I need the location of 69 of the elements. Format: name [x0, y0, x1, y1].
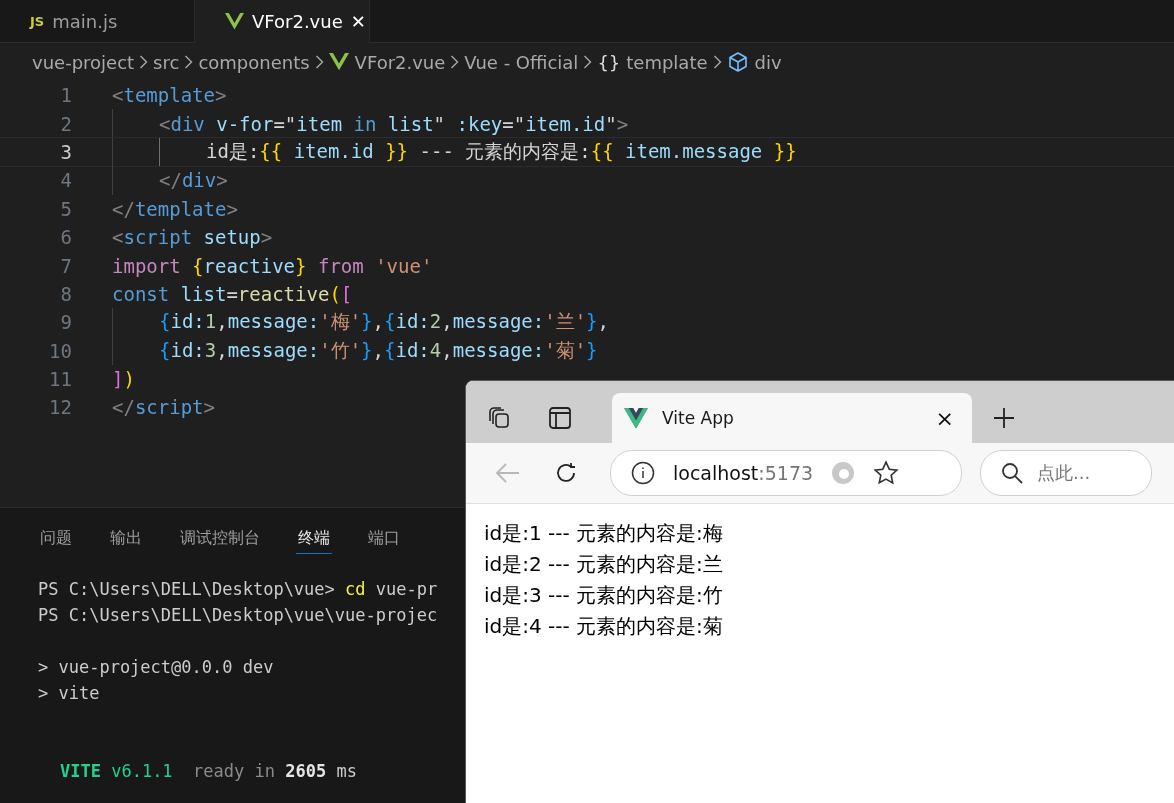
code-line: const list=reactive([: [112, 282, 353, 305]
breadcrumb-item[interactable]: src: [153, 51, 180, 73]
line-number: 9: [59, 311, 72, 334]
address-bar[interactable]: localhost:5173: [610, 450, 962, 496]
search-icon: [1001, 462, 1023, 484]
editor-tab[interactable]: VFor2.vue ✕: [195, 0, 370, 43]
line-number: 8: [59, 282, 72, 305]
code-line: {id:3,message:'竹'},{id:4,message:'菊'}: [159, 337, 598, 363]
breadcrumb-item[interactable]: vue-project: [32, 51, 135, 73]
terminal-line: > vue-project@0.0.0 dev: [38, 657, 274, 677]
code-line: <template>: [112, 84, 227, 107]
content-line: id是:1 --- 元素的内容是:梅: [484, 520, 724, 547]
panel-tab[interactable]: 输出: [108, 522, 144, 554]
code-line: ]): [112, 368, 135, 391]
line-number: 1: [59, 84, 72, 107]
info-icon[interactable]: [631, 461, 655, 485]
code-line: </template>: [112, 197, 238, 220]
code-line: </div>: [159, 169, 228, 192]
code-line: <div v-for="item in list" :key="item.id">: [159, 112, 629, 135]
panel-tab[interactable]: 问题: [38, 522, 74, 554]
chevron-right-icon: [184, 55, 194, 69]
line-number: 2: [59, 112, 72, 135]
chevron-right-icon: [139, 55, 149, 69]
vue-logo-icon: [624, 407, 648, 429]
vue-logo-icon: [225, 13, 244, 30]
code-line: import {reactive} from 'vue': [112, 254, 433, 277]
content-line: id是:3 --- 元素的内容是:竹: [484, 582, 724, 609]
breadcrumb-item[interactable]: Vue - Official: [464, 51, 579, 73]
chevron-right-icon: [314, 55, 324, 69]
star-icon[interactable]: [873, 460, 900, 486]
terminal-line: PS C:\Users\DELL\Desktop\vue> cd vue-pr: [38, 579, 438, 599]
line-number: 5: [59, 197, 72, 220]
code-line: id是:{{ item.id }} --- 元素的内容是:{{ item.message }}: [206, 138, 797, 164]
line-number: 4: [59, 169, 72, 192]
breadcrumb-item[interactable]: div: [754, 51, 782, 73]
line-number: 3: [59, 140, 72, 163]
cube-icon: [726, 51, 749, 73]
chevron-right-icon: [583, 55, 593, 69]
code-line: </script>: [112, 396, 215, 419]
breadcrumb-item[interactable]: VFor2.vue: [354, 51, 446, 73]
code-line: <script setup>: [112, 226, 273, 249]
vue-logo-icon: [328, 53, 349, 71]
js-file-icon: JS: [30, 13, 45, 29]
tab-label: main.js: [52, 10, 118, 32]
line-number: 7: [59, 254, 72, 277]
tab-label: VFor2.vue: [252, 11, 343, 32]
terminal-line: VITE v6.1.1 ready in 2605 ms: [60, 761, 357, 781]
close-icon[interactable]: ✕: [350, 11, 366, 32]
panel-tab[interactable]: 调试控制台: [178, 522, 262, 554]
close-icon[interactable]: ×: [935, 405, 954, 431]
line-number: 11: [48, 368, 72, 391]
search-field[interactable]: 点此...: [980, 450, 1152, 496]
tab-title: Vite App: [662, 408, 734, 428]
line-number: 12: [48, 396, 72, 419]
line-number: 6: [59, 226, 72, 249]
line-number: 10: [48, 339, 72, 362]
braces-icon: {}: [597, 51, 621, 73]
chevron-right-icon: [450, 55, 460, 69]
panel-tab[interactable]: 端口: [366, 522, 402, 554]
chevron-right-icon: [712, 55, 722, 69]
terminal-line: PS C:\Users\DELL\Desktop\vue\vue-projec: [38, 605, 438, 625]
code-line: {id:1,message:'梅'},{id:2,message:'兰'},: [159, 309, 609, 335]
breadcrumb-item[interactable]: components: [198, 51, 310, 73]
content-line: id是:4 --- 元素的内容是:菊: [484, 613, 724, 640]
browser-tab[interactable]: Vite App ×: [612, 393, 972, 443]
breadcrumb-item[interactable]: template: [626, 51, 708, 73]
terminal-line: > vite: [38, 683, 100, 703]
content-line: id是:2 --- 元素的内容是:兰: [484, 551, 724, 578]
panel-tab[interactable]: 终端: [296, 522, 332, 554]
